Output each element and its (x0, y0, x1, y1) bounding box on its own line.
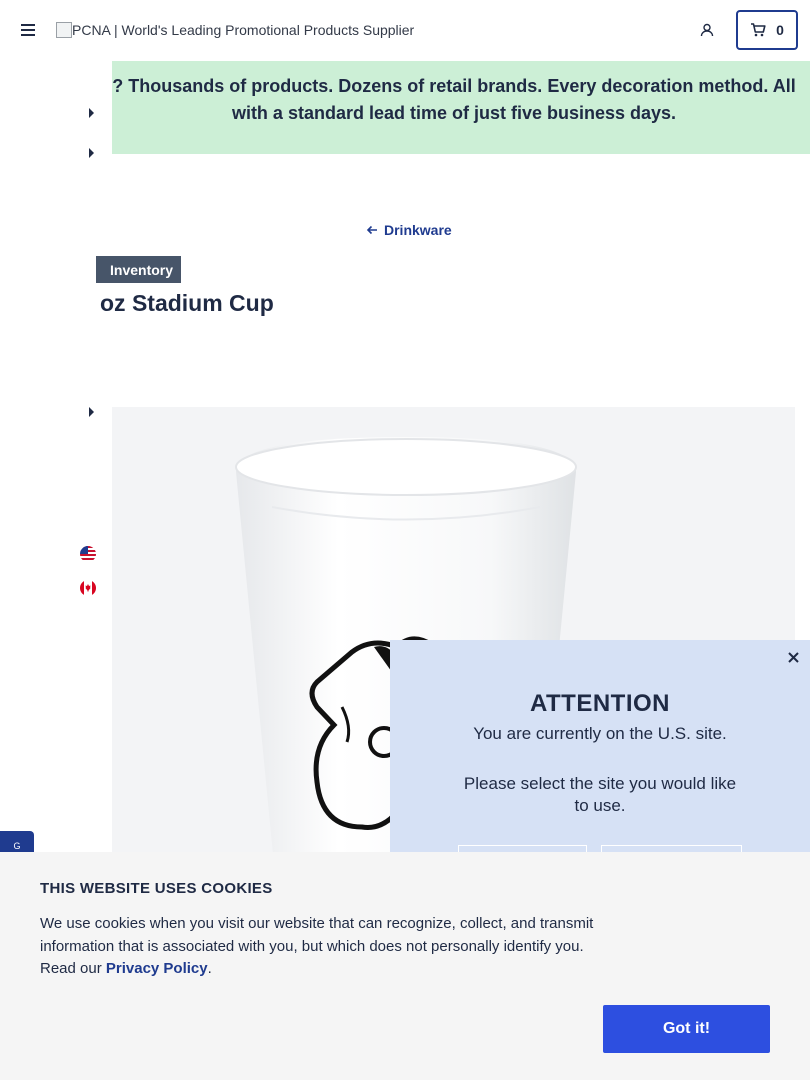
promo-banner-text: ? Thousands of products. Dozens of retai… (112, 76, 796, 123)
chat-tab-label: G (13, 841, 21, 851)
inventory-badge: Inventory (96, 256, 182, 283)
promo-banner: ? Thousands of products. Dozens of retai… (0, 61, 810, 154)
account-icon[interactable] (697, 20, 717, 40)
side-nav-panel (0, 61, 112, 861)
cookie-banner: THIS WEBSITE USES COOKIES We use cookies… (0, 852, 810, 1080)
product-title: oz Stadium Cup (100, 290, 274, 316)
arrow-left-icon (366, 225, 377, 235)
canada-flag-icon[interactable] (80, 580, 96, 596)
caret-right-icon[interactable] (89, 108, 94, 118)
site-header: PCNA | World's Leading Promotional Produ… (0, 0, 810, 61)
back-link-label: Drinkware (384, 222, 452, 238)
hamburger-menu-icon[interactable] (18, 20, 38, 40)
modal-instruction-text: Please select the site you would like to… (463, 774, 737, 815)
accept-cookies-button[interactable]: Got it! (603, 1005, 770, 1053)
site-logo[interactable]: PCNA | World's Leading Promotional Produ… (56, 20, 414, 40)
cookie-title: THIS WEBSITE USES COOKIES (40, 880, 273, 897)
cookie-body-end: . (207, 960, 212, 977)
back-to-category-link[interactable]: Drinkware (366, 222, 452, 238)
cart-button[interactable]: 0 (736, 10, 798, 50)
modal-title: ATTENTION (529, 690, 671, 717)
caret-right-icon[interactable] (89, 148, 94, 158)
privacy-policy-link[interactable]: Privacy Policy (106, 960, 208, 977)
cookie-body: We use cookies when you visit our websit… (40, 913, 610, 981)
broken-image-icon (56, 22, 72, 38)
logo-alt-text: PCNA | World's Leading Promotional Produ… (72, 22, 415, 38)
modal-current-site-text: You are currently on the U.S. site. (473, 724, 727, 743)
page: PCNA | World's Leading Promotional Produ… (0, 0, 810, 1080)
caret-right-icon[interactable] (89, 407, 94, 417)
cart-count: 0 (776, 22, 784, 38)
close-icon[interactable] (786, 650, 800, 664)
us-flag-icon[interactable] (80, 546, 96, 562)
cart-icon (751, 23, 766, 37)
